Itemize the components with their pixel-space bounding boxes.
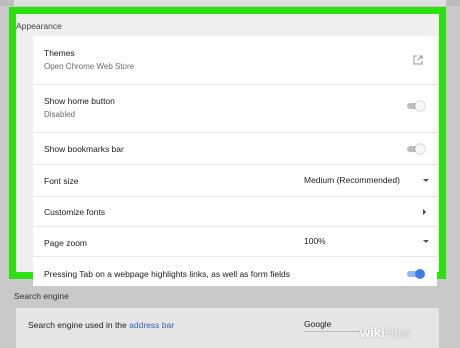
tab-highlight-toggle[interactable] — [406, 269, 425, 279]
previous-section-card — [14, 0, 446, 6]
watermark-wiki: wiki — [360, 325, 385, 340]
wikihow-watermark: wikiHow — [360, 325, 411, 340]
home-button-row[interactable]: Show home button Disabled — [33, 84, 437, 133]
tab-highlight-label: Pressing Tab on a webpage highlights lin… — [44, 269, 291, 279]
themes-label: Themes — [44, 48, 75, 58]
watermark-how: How — [384, 325, 411, 340]
open-in-new-icon[interactable] — [413, 55, 423, 65]
tab-highlight-row[interactable]: Pressing Tab on a webpage highlights lin… — [33, 256, 437, 287]
appearance-section-title: Appearance — [16, 21, 62, 31]
page-zoom-select[interactable]: 100% — [304, 235, 429, 249]
bookmarks-bar-toggle[interactable] — [406, 144, 425, 154]
chevron-right-icon — [423, 209, 426, 215]
themes-row[interactable]: Themes Open Chrome Web Store — [33, 36, 437, 84]
appearance-panel: Appearance Themes Open Chrome Web Store … — [16, 14, 439, 286]
font-size-select[interactable]: Medium (Recommended) — [304, 174, 429, 188]
customize-fonts-label: Customize fonts — [44, 207, 105, 217]
themes-subtitle: Open Chrome Web Store — [44, 62, 135, 71]
bookmarks-bar-label: Show bookmarks bar — [44, 144, 124, 154]
font-size-label: Font size — [44, 176, 79, 186]
page-zoom-row: Page zoom 100% — [33, 226, 437, 257]
page-zoom-label: Page zoom — [44, 238, 87, 248]
home-button-toggle[interactable] — [406, 101, 425, 111]
address-bar-link[interactable]: address bar — [129, 320, 174, 330]
search-engine-value: Google — [304, 319, 332, 329]
search-engine-section-title: Search engine — [14, 291, 69, 301]
font-size-value: Medium (Recommended) — [304, 175, 400, 185]
home-button-subtitle: Disabled — [44, 110, 76, 119]
search-engine-label: Search engine used in the address bar — [28, 320, 174, 330]
bookmarks-bar-row[interactable]: Show bookmarks bar — [33, 132, 437, 165]
appearance-card: Themes Open Chrome Web Store Show home b… — [33, 36, 437, 286]
home-button-label: Show home button — [44, 96, 115, 106]
font-size-row: Font size Medium (Recommended) — [33, 164, 437, 197]
dropdown-arrow-icon — [423, 240, 429, 243]
page-zoom-value: 100% — [304, 236, 326, 246]
dropdown-arrow-icon — [423, 179, 429, 182]
customize-fonts-row[interactable]: Customize fonts — [33, 196, 437, 227]
search-engine-label-prefix: Search engine used in the — [28, 320, 130, 330]
